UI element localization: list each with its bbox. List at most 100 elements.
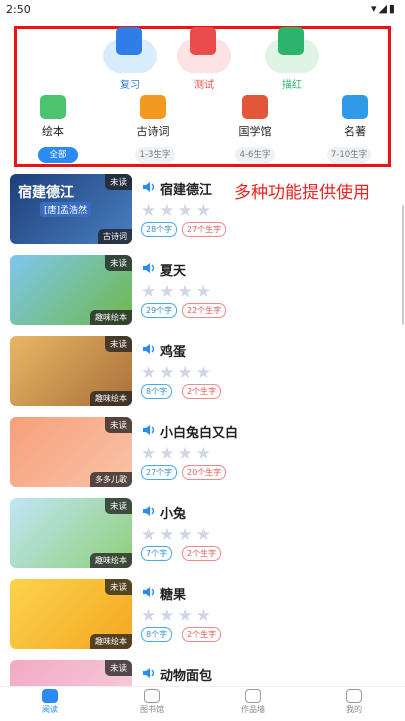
word-count-pill: 29个字	[141, 303, 178, 318]
nav-label: 图书馆	[140, 705, 164, 714]
category-label: 绘本	[42, 125, 64, 138]
speaker-icon[interactable]	[142, 343, 156, 355]
book-card[interactable]: 未读 趣味绘本 糖果 ★★★★ 8个字 2个生字	[10, 579, 395, 651]
speaker-icon[interactable]	[142, 586, 156, 598]
book-cover: 未读 趣味绘本	[10, 255, 132, 325]
unread-badge: 未读	[104, 498, 132, 514]
category-poetry[interactable]: 古诗词	[121, 95, 185, 139]
book-cover: 宿建德江 [唐]孟浩然 未读 古诗词	[10, 174, 132, 244]
new-char-pill: 2个生字	[182, 546, 222, 561]
new-char-pill: 2个生字	[182, 627, 222, 642]
category-label: 名著	[344, 125, 366, 138]
book-category-tag: 古诗词	[98, 229, 132, 244]
unread-badge: 未读	[104, 174, 132, 190]
speaker-icon[interactable]	[142, 424, 156, 436]
category-masterpiece[interactable]: 名著	[323, 95, 387, 139]
book-card[interactable]: 未读 趣味绘本 小兔 ★★★★ 7个字 2个生字	[10, 498, 395, 570]
mode-review-button[interactable]: 复习	[103, 27, 157, 91]
nav-library[interactable]: 图书馆	[122, 689, 182, 715]
library-icon	[144, 689, 160, 703]
unread-badge: 未读	[104, 579, 132, 595]
word-count-pill: 8个字	[141, 384, 173, 399]
rating-stars: ★★★★	[141, 201, 214, 221]
new-char-pill: 2个生字	[182, 384, 222, 399]
mode-label: 测试	[194, 80, 214, 91]
book-title: 夏天	[160, 264, 187, 279]
book-title: 小兔	[160, 507, 187, 522]
book-card[interactable]: 未读 趣味绘本 鸡蛋 ★★★★ 8个字 2个生字	[10, 336, 395, 408]
nav-label: 我的	[346, 705, 362, 714]
nav-label: 阅读	[42, 705, 58, 714]
unread-badge: 未读	[104, 660, 132, 676]
works-wall-icon	[245, 689, 261, 703]
mode-bubble	[177, 27, 231, 73]
scrollbar[interactable]	[402, 205, 404, 325]
mode-label: 复习	[120, 80, 140, 91]
unread-badge: 未读	[104, 336, 132, 352]
word-count-pill: 7个字	[141, 546, 173, 561]
book-card[interactable]: 宿建德江 [唐]孟浩然 未读 古诗词 宿建德江 ★★★★ 28个字 27个生字	[10, 174, 395, 246]
speaker-icon[interactable]	[142, 181, 156, 193]
rating-stars: ★★★★	[141, 444, 214, 464]
category-label: 国学馆	[238, 125, 272, 138]
speaker-icon[interactable]	[142, 505, 156, 517]
book-cover: 未读 趣味绘本	[10, 498, 132, 568]
book-title: 宿建德江	[160, 183, 213, 198]
poetry-book-icon	[140, 95, 166, 119]
unread-badge: 未读	[104, 255, 132, 271]
word-count-pill: 8个字	[141, 627, 173, 642]
speaker-icon[interactable]	[142, 667, 156, 679]
trace-pen-icon	[278, 27, 304, 55]
read-book-icon	[42, 689, 58, 703]
book-card[interactable]: 未读 趣味绘本 夏天 ★★★★ 29个字 22个生字	[10, 255, 395, 327]
new-char-pill: 22个生字	[182, 303, 227, 318]
mode-bubble	[103, 27, 157, 73]
nav-read[interactable]: 阅读	[20, 689, 80, 715]
function-panel: 复习 测试 描红 绘本 古诗词 国学馆 名著 全部 1-3生字 4-6生字 7-…	[14, 26, 391, 167]
book-cover: 未读	[10, 660, 132, 686]
bottom-nav: 阅读 图书馆 作品墙 我的	[0, 686, 405, 721]
new-char-pill: 27个生字	[182, 222, 227, 237]
book-card[interactable]: 未读 动物面包	[10, 660, 395, 686]
word-count-pill: 28个字	[141, 222, 178, 237]
level-chip-4-6[interactable]: 4-6生字	[235, 147, 275, 163]
book-category-tag: 趣味绘本	[90, 553, 132, 568]
level-chip-all[interactable]: 全部	[38, 147, 78, 163]
level-chip-1-3[interactable]: 1-3生字	[135, 147, 175, 163]
category-picture-book[interactable]: 绘本	[21, 95, 85, 139]
mode-bubble	[265, 27, 319, 73]
book-title: 动物面包	[160, 669, 213, 684]
mode-label: 描红	[282, 80, 302, 91]
rating-stars: ★★★★	[141, 606, 214, 626]
book-category-tag: 趣味绘本	[90, 634, 132, 649]
nav-label: 作品墙	[241, 705, 265, 714]
speaker-icon[interactable]	[142, 262, 156, 274]
nav-works[interactable]: 作品墙	[223, 689, 283, 715]
book-cover: 未读 趣味绘本	[10, 336, 132, 406]
mode-test-button[interactable]: 测试	[177, 27, 231, 91]
category-classics[interactable]: 国学馆	[223, 95, 287, 139]
new-char-pill: 20个生字	[182, 465, 227, 480]
profile-icon	[346, 689, 362, 703]
nav-mine[interactable]: 我的	[324, 689, 384, 715]
book-cover: 未读 趣味绘本	[10, 579, 132, 649]
cover-subtitle: [唐]孟浩然	[40, 202, 92, 217]
classics-scroll-icon	[242, 95, 268, 119]
cover-title: 宿建德江	[18, 185, 74, 201]
picture-book-icon	[40, 95, 66, 119]
unread-badge: 未读	[104, 417, 132, 433]
level-chip-7-10[interactable]: 7-10生字	[327, 147, 371, 163]
status-bar: 2:50 ▾◢▮	[0, 0, 405, 18]
book-card[interactable]: 未读 多多儿歌 小白兔白又白 ★★★★ 27个字 20个生字	[10, 417, 395, 489]
book-category-tag: 多多儿歌	[90, 472, 132, 487]
rating-stars: ★★★★	[141, 525, 214, 545]
book-title: 糖果	[160, 588, 187, 603]
category-label: 古诗词	[136, 125, 170, 138]
mode-trace-button[interactable]: 描红	[265, 27, 319, 91]
status-icons: ▾◢▮	[370, 2, 397, 15]
masterpiece-book-icon	[342, 95, 368, 119]
word-count-pill: 27个字	[141, 465, 178, 480]
rating-stars: ★★★★	[141, 363, 214, 383]
book-title: 小白兔白又白	[160, 426, 239, 441]
rating-stars: ★★★★	[141, 282, 214, 302]
